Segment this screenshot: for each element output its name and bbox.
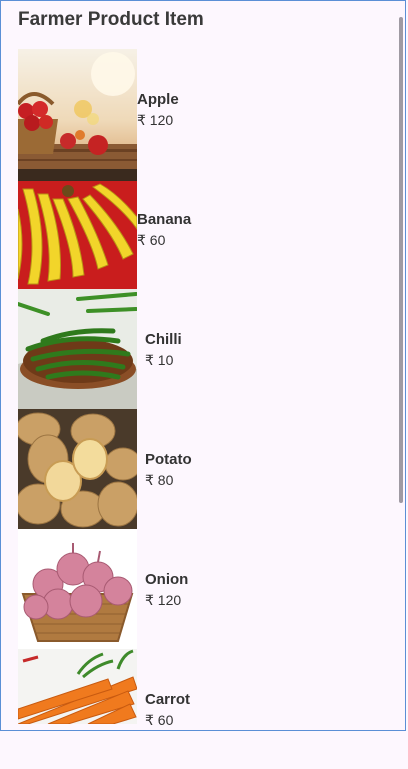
product-name: Banana <box>137 211 192 228</box>
list-item-banana[interactable]: Banana ₹ 60 <box>18 169 393 289</box>
list-item-potato[interactable]: Potato ₹ 80 <box>18 409 393 529</box>
product-name: Chilli <box>145 331 182 348</box>
apple-basket-image <box>18 49 137 169</box>
potatoes-image <box>18 409 137 529</box>
product-name: Potato <box>145 451 192 468</box>
list-item-onion[interactable]: Onion ₹ 120 <box>18 529 393 649</box>
product-name: Onion <box>145 571 189 588</box>
product-name: Carrot <box>145 691 191 708</box>
list-item-apple[interactable]: Apple ₹ 120 <box>18 49 393 169</box>
product-price: ₹ 120 <box>137 112 174 128</box>
app-window: Farmer Product Item Apple ₹ 120 Banana ₹… <box>0 0 406 731</box>
page-title: Farmer Product Item <box>18 9 204 30</box>
carrots-image <box>18 649 137 724</box>
product-price: ₹ 80 <box>145 472 174 488</box>
list-item-carrot[interactable]: Carrot ₹ 60 <box>18 649 393 769</box>
product-price: ₹ 60 <box>137 232 166 248</box>
product-price: ₹ 10 <box>145 352 174 368</box>
product-price: ₹ 120 <box>145 592 182 608</box>
vertical-scrollbar[interactable] <box>399 17 403 503</box>
onion-basket-image <box>18 529 137 649</box>
product-price: ₹ 60 <box>145 712 174 728</box>
product-name: Apple <box>137 91 179 108</box>
list-item-chilli[interactable]: Chilli ₹ 10 <box>18 289 393 409</box>
product-list[interactable]: Apple ₹ 120 Banana ₹ 60 Chilli ₹ 10 Pota… <box>18 49 393 769</box>
banana-bunch-image <box>18 169 137 289</box>
green-chilli-bowl-image <box>18 289 137 409</box>
